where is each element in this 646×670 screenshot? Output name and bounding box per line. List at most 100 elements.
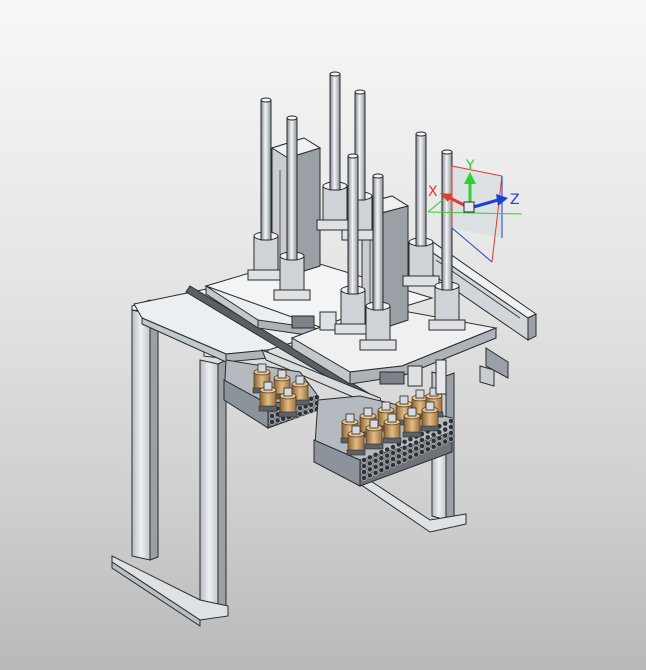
tray-hole <box>401 438 408 445</box>
tray-hole <box>366 460 373 467</box>
tray-hole <box>413 439 420 446</box>
tray-hole <box>384 464 391 471</box>
tray-hole <box>430 437 437 444</box>
tray-hole <box>361 463 367 469</box>
tray-hole <box>297 411 303 417</box>
tray-hole <box>419 443 425 449</box>
tray-hole <box>448 418 454 424</box>
z-axis-label: Z <box>510 192 520 208</box>
tray-hole <box>390 462 396 468</box>
tray-hole <box>442 438 449 445</box>
tray-hole <box>442 420 449 427</box>
tray-hole <box>448 424 454 430</box>
tray-hole <box>269 413 275 419</box>
triad-origin <box>463 201 475 213</box>
rod-shaft <box>286 117 298 261</box>
rod-cap <box>441 149 453 155</box>
3d-model-scene[interactable]: X Y Z <box>0 0 646 670</box>
tray-hole <box>308 395 315 402</box>
tray-hole <box>442 432 449 439</box>
tray-hole <box>302 409 309 416</box>
rod-cap <box>354 89 366 95</box>
tray-hole <box>413 445 420 452</box>
tray-hole <box>372 451 379 458</box>
tray-hole <box>372 457 379 464</box>
tray-hole <box>361 469 367 475</box>
tray-hole <box>401 450 408 457</box>
tray-hole <box>401 456 408 463</box>
rod-cap <box>347 153 359 159</box>
tray-hole <box>407 454 414 461</box>
tray-hole <box>269 419 275 425</box>
rod-flange <box>247 269 285 281</box>
tray-hole <box>390 456 396 462</box>
rod-bushing <box>253 235 279 273</box>
rod-cap <box>329 71 341 77</box>
tray-hole <box>424 446 431 453</box>
rod-bushing <box>279 255 305 293</box>
tray-hole <box>361 475 367 481</box>
tray-hole <box>424 440 431 447</box>
tray-hole <box>395 453 402 460</box>
tray-hole <box>366 454 373 461</box>
tray-hole <box>395 459 402 466</box>
rod-shaft <box>441 151 453 291</box>
tray-hole <box>313 394 320 401</box>
tray-hole <box>395 447 402 454</box>
tray-hole <box>378 455 385 462</box>
tray-hole <box>448 430 454 436</box>
rod-cap <box>372 173 384 179</box>
tray-hole <box>390 444 396 450</box>
rod-flange <box>428 319 466 331</box>
tray-hole <box>419 449 425 455</box>
tray-hole <box>366 466 373 473</box>
rod-bushing <box>434 285 460 323</box>
tray-hole <box>384 458 391 465</box>
tray-hole <box>297 405 303 411</box>
rod-cap <box>415 131 427 137</box>
rod-shaft <box>415 133 427 247</box>
tray-hole <box>372 469 379 476</box>
rod-bushing <box>322 185 348 223</box>
tray-hole <box>430 443 437 450</box>
tray-hole <box>384 452 391 459</box>
y-axis-label: Y <box>465 158 475 174</box>
rod-bushing <box>365 305 391 343</box>
rod-shaft <box>372 175 384 311</box>
tray-hole <box>442 426 449 433</box>
tray-hole <box>366 472 373 479</box>
rod-flange <box>359 339 397 351</box>
rod-bushing <box>340 289 366 327</box>
tray-hole <box>419 437 425 443</box>
tray-hole <box>274 417 281 424</box>
rod-shaft <box>329 73 341 191</box>
rod-bushing <box>408 241 434 279</box>
tray-hole <box>361 457 367 463</box>
rod-cap <box>260 97 272 103</box>
tray-hole <box>384 446 391 453</box>
rod-cap <box>286 115 298 121</box>
tray-hole <box>308 407 315 414</box>
cad-viewport[interactable]: X Y Z <box>0 0 646 670</box>
tray-hole <box>378 461 385 468</box>
rod-shaft <box>347 155 359 295</box>
tray-hole <box>401 444 408 451</box>
tray-hole <box>372 463 379 470</box>
x-axis-label: X <box>428 184 438 200</box>
rod-flange <box>273 289 311 301</box>
tray-hole <box>424 434 431 441</box>
tray-hole <box>436 441 443 448</box>
tray-hole <box>378 467 385 474</box>
tray-hole <box>407 448 414 455</box>
tray-hole <box>407 436 414 443</box>
tray-hole <box>390 450 396 456</box>
tray-hole <box>308 401 315 408</box>
tray-hole <box>413 451 420 458</box>
rod-shaft <box>260 99 272 241</box>
tray-hole <box>436 435 443 442</box>
rod-flange <box>402 275 440 287</box>
tray-hole <box>378 449 385 456</box>
tray-hole <box>407 442 414 449</box>
tray-hole <box>448 436 454 442</box>
tray-hole <box>430 431 437 438</box>
